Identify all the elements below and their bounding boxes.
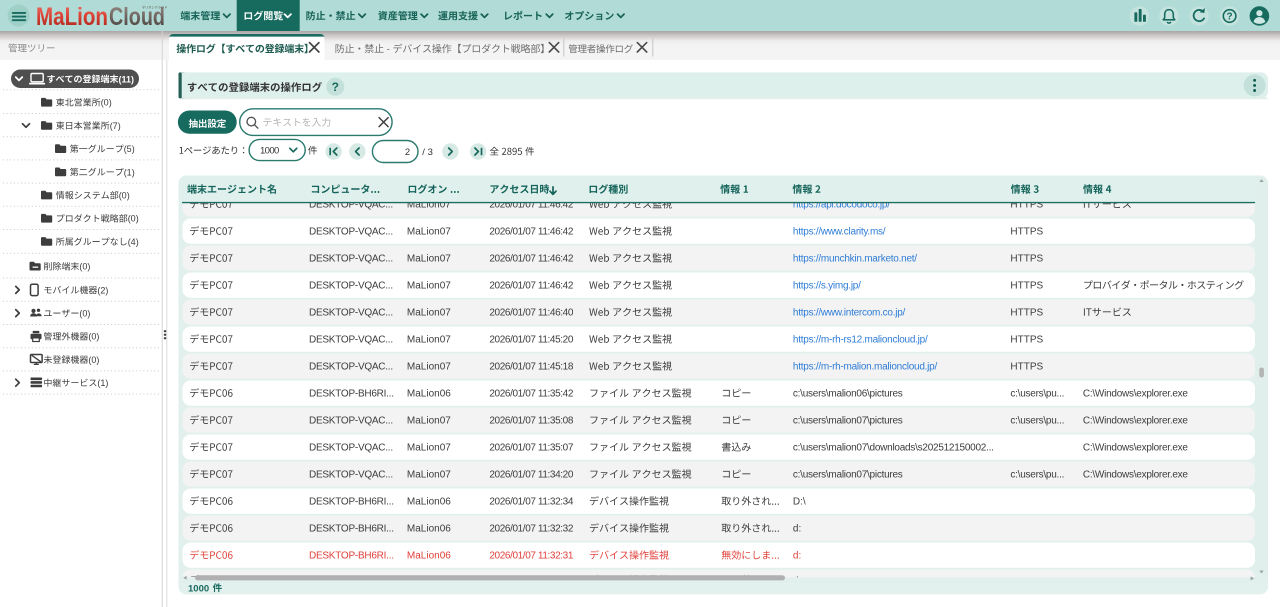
svg-text:2026/01/07 11:32:34: 2026/01/07 11:32:34 (489, 497, 573, 508)
svg-text:DESKTOP-VQAC...: DESKTOP-VQAC... (309, 416, 393, 427)
svg-text:2026/01/07 11:46:42: 2026/01/07 11:46:42 (489, 254, 573, 265)
svg-text:(0): (0) (88, 332, 99, 342)
svg-text:(1): (1) (124, 167, 135, 177)
svg-text:https://www.intercom.co.jp/: https://www.intercom.co.jp/ (793, 308, 906, 319)
svg-text:c:\users\malion07\downloads\s2: c:\users\malion07\downloads\s20251215000… (793, 443, 994, 454)
svg-text:(0): (0) (101, 98, 112, 108)
svg-text:DESKTOP-VQAC...: DESKTOP-VQAC... (309, 254, 393, 265)
svg-text:MaLion07: MaLion07 (407, 470, 451, 481)
svg-text:https://m-rh-rs12.malioncloud.: https://m-rh-rs12.malioncloud.jp/ (793, 335, 928, 346)
svg-text:DESKTOP-BH6RI...: DESKTOP-BH6RI... (309, 551, 394, 562)
svg-text:1000: 1000 (260, 145, 279, 156)
svg-text:HTTPS: HTTPS (1010, 281, 1043, 292)
svg-text:MaLion06: MaLion06 (407, 497, 451, 508)
svg-text:c:\users\pu...: c:\users\pu... (1010, 389, 1064, 400)
svg-text:MaLion07: MaLion07 (407, 416, 451, 427)
svg-text:https://m-rh-malion.malionclou: https://m-rh-malion.malioncloud.jp/ (793, 362, 938, 373)
svg-text:2026/01/07 11:46:42: 2026/01/07 11:46:42 (489, 281, 573, 292)
svg-text:(1): (1) (97, 378, 108, 388)
svg-text:2026/01/07 11:46:40: 2026/01/07 11:46:40 (489, 308, 573, 319)
svg-text:c:\users\malion07\pictures: c:\users\malion07\pictures (793, 470, 903, 481)
svg-text:D:\: D:\ (793, 497, 806, 508)
svg-text:https://www.clarity.ms/: https://www.clarity.ms/ (793, 227, 886, 238)
svg-text:MaLion07: MaLion07 (407, 281, 451, 292)
svg-text:DESKTOP-VQAC...: DESKTOP-VQAC... (309, 308, 393, 319)
svg-text:(5): (5) (124, 144, 135, 154)
svg-text:2: 2 (405, 147, 410, 158)
svg-text:HTTPS: HTTPS (1010, 362, 1043, 373)
svg-text:2026/01/07 11:32:32: 2026/01/07 11:32:32 (489, 524, 573, 535)
svg-text:c:\users\malion07\pictures: c:\users\malion07\pictures (793, 416, 903, 427)
svg-text:MaLion07: MaLion07 (407, 254, 451, 265)
svg-text:DESKTOP-VQAC...: DESKTOP-VQAC... (309, 281, 393, 292)
svg-text:2026/01/07 11:35:07: 2026/01/07 11:35:07 (489, 443, 573, 454)
svg-text:(0): (0) (79, 309, 90, 319)
svg-text:2026/01/07 11:35:08: 2026/01/07 11:35:08 (489, 416, 573, 427)
svg-text:C:\Windows\explorer.exe: C:\Windows\explorer.exe (1083, 389, 1189, 400)
svg-text:(0): (0) (88, 355, 99, 365)
svg-text:1000: 1000 (188, 583, 209, 594)
svg-text:d:: d: (793, 524, 801, 535)
svg-text:2026/01/07 11:34:20: 2026/01/07 11:34:20 (489, 470, 573, 481)
svg-text:MaLion06: MaLion06 (407, 551, 451, 562)
svg-text:DESKTOP-BH6RI...: DESKTOP-BH6RI... (309, 524, 394, 535)
svg-text:/ 3: / 3 (422, 147, 433, 158)
svg-text:(4): (4) (128, 237, 139, 247)
svg-text:HTTPS: HTTPS (1010, 335, 1043, 346)
svg-text:c:\users\pu...: c:\users\pu... (1010, 416, 1064, 427)
svg-text:MaLion07: MaLion07 (407, 308, 451, 319)
svg-text:MaLion07: MaLion07 (407, 443, 451, 454)
svg-text:C:\Windows\explorer.exe: C:\Windows\explorer.exe (1083, 416, 1189, 427)
svg-text:2026/01/07 11:45:20: 2026/01/07 11:45:20 (489, 335, 573, 346)
svg-text:(0): (0) (119, 191, 130, 201)
svg-text:c:\users\pu...: c:\users\pu... (1010, 470, 1064, 481)
svg-text:(11): (11) (119, 74, 135, 84)
svg-text:c:\users\malion06\pictures: c:\users\malion06\pictures (793, 389, 903, 400)
svg-text:(0): (0) (128, 214, 139, 224)
svg-text:(0): (0) (79, 262, 90, 272)
svg-text:https://munchkin.marketo.net/: https://munchkin.marketo.net/ (793, 254, 917, 265)
svg-text:2026/01/07 11:46:42: 2026/01/07 11:46:42 (489, 227, 573, 238)
svg-text:HTTPS: HTTPS (1010, 308, 1043, 319)
svg-text:DESKTOP-VQAC...: DESKTOP-VQAC... (309, 443, 393, 454)
svg-text:Cloud: Cloud (109, 3, 165, 31)
svg-text:HTTPS: HTTPS (1010, 227, 1043, 238)
svg-text:MaLion07: MaLion07 (407, 335, 451, 346)
svg-text:2026/01/07 11:35:42: 2026/01/07 11:35:42 (489, 389, 573, 400)
svg-text:MaLion: MaLion (36, 3, 108, 31)
svg-text:?: ? (1227, 12, 1233, 23)
svg-text:2026/01/07 11:45:18: 2026/01/07 11:45:18 (489, 362, 573, 373)
svg-text:DESKTOP-VQAC...: DESKTOP-VQAC... (309, 227, 393, 238)
svg-text:DESKTOP-VQAC...: DESKTOP-VQAC... (309, 335, 393, 346)
svg-text:DESKTOP-BH6RI...: DESKTOP-BH6RI... (309, 497, 394, 508)
svg-text:MaLion07: MaLion07 (407, 362, 451, 373)
svg-text:C:\Windows\explorer.exe: C:\Windows\explorer.exe (1083, 443, 1189, 454)
svg-text:d:: d: (793, 551, 801, 562)
svg-text:(7): (7) (110, 121, 121, 131)
svg-text:DESKTOP-VQAC...: DESKTOP-VQAC... (309, 470, 393, 481)
svg-text:MaLion06: MaLion06 (407, 524, 451, 535)
svg-text:C:\Windows\explorer.exe: C:\Windows\explorer.exe (1083, 470, 1189, 481)
svg-text:DESKTOP-BH6RI...: DESKTOP-BH6RI... (309, 389, 394, 400)
svg-text:2026/01/07 11:32:31: 2026/01/07 11:32:31 (489, 551, 573, 562)
svg-text:(2): (2) (97, 285, 108, 295)
svg-text:MaLion07: MaLion07 (407, 227, 451, 238)
svg-text:MaLion06: MaLion06 (407, 389, 451, 400)
svg-text:DESKTOP-VQAC...: DESKTOP-VQAC... (309, 362, 393, 373)
svg-text:https://s.yimg.jp/: https://s.yimg.jp/ (793, 281, 861, 292)
svg-text:?: ? (332, 80, 339, 94)
svg-text:HTTPS: HTTPS (1010, 254, 1043, 265)
